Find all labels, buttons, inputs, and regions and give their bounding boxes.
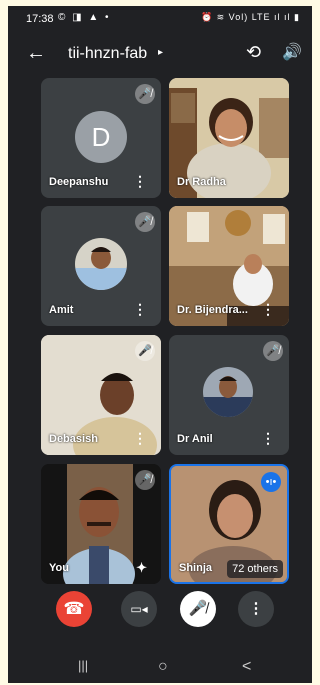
home-button[interactable]: ○ — [158, 658, 168, 676]
participant-tile-deepanshu[interactable]: 🎤̸ D Deepanshu ⋮ — [41, 78, 161, 198]
status-time: 17:38 — [26, 13, 54, 25]
mic-off-icon: 🎤̸ — [135, 341, 155, 361]
switch-camera-icon[interactable]: ⟲ — [246, 42, 261, 63]
system-nav-bar: ||| ○ < — [8, 652, 312, 683]
mic-off-icon: 🎤̸ — [263, 341, 283, 361]
meeting-code-title[interactable]: tii-hnzn-fab — [68, 45, 147, 63]
participant-tile-amit[interactable]: 🎤̸ Amit ⋮ — [41, 206, 161, 326]
effects-icon[interactable]: ✦ — [136, 560, 147, 576]
participant-name: Deepanshu — [49, 176, 109, 188]
participant-name: You — [49, 562, 69, 574]
system-status-icons: ⏰ ≋ Vol) LTE ıl ıl ▮ — [200, 12, 300, 22]
others-count-badge[interactable]: 72 others — [227, 560, 283, 578]
participant-name: Dr. Bijendra... — [177, 304, 248, 316]
participant-name: Dr Radha — [177, 176, 226, 188]
more-options-icon[interactable]: ⋮ — [133, 173, 147, 190]
back-arrow-icon[interactable]: ← — [26, 42, 46, 65]
speaking-indicator-icon: •ı• — [261, 472, 281, 492]
participant-tile-debasish[interactable]: 🎤̸ Debasish ⋮ — [41, 335, 161, 455]
avatar — [203, 367, 253, 417]
mic-off-icon: 🎤̸ — [135, 212, 155, 232]
notification-icons: © ◨ ▲ • — [58, 12, 111, 23]
more-options-icon[interactable]: ⋮ — [261, 430, 275, 447]
participant-name: Dr Anil — [177, 433, 213, 445]
more-options-button[interactable]: ⋮ — [238, 591, 274, 627]
end-call-button[interactable]: ☎ — [56, 591, 92, 627]
more-options-icon[interactable]: ⋮ — [261, 301, 275, 318]
participant-name: Amit — [49, 304, 74, 316]
participant-name: Shinja — [179, 562, 213, 574]
participant-tile-you[interactable]: 🎤̸ You ✦ — [41, 464, 161, 584]
participant-tile-shinja[interactable]: •ı• Shinja 72 others — [169, 464, 289, 584]
mic-toggle-button[interactable]: 🎤̸ — [180, 591, 216, 627]
avatar — [75, 238, 127, 290]
recent-apps-button[interactable]: ||| — [78, 658, 88, 673]
mic-off-icon: 🎤̸ — [135, 470, 155, 490]
call-controls: ☎ ▭◂ 🎤̸ ⋮ — [8, 591, 312, 641]
participant-tile-dr-anil[interactable]: 🎤̸ Dr Anil ⋮ — [169, 335, 289, 455]
participant-name: Debasish — [49, 433, 98, 445]
meet-screen: 17:38 © ◨ ▲ • ⏰ ≋ Vol) LTE ıl ıl ▮ ← tii… — [8, 6, 312, 683]
meeting-header: ← tii-hnzn-fab ▸ ⟲ 🔊 — [8, 36, 312, 76]
participant-tile-dr-radha[interactable]: Dr Radha — [169, 78, 289, 198]
more-options-icon[interactable]: ⋮ — [133, 430, 147, 447]
status-bar: 17:38 © ◨ ▲ • ⏰ ≋ Vol) LTE ıl ıl ▮ — [8, 6, 312, 30]
mic-off-icon: 🎤̸ — [135, 84, 155, 104]
nav-back-button[interactable]: < — [242, 658, 251, 676]
speaker-icon[interactable]: 🔊 — [282, 42, 302, 62]
more-options-icon[interactable]: ⋮ — [133, 301, 147, 318]
camera-toggle-button[interactable]: ▭◂ — [121, 591, 157, 627]
avatar: D — [75, 111, 127, 163]
chevron-right-icon[interactable]: ▸ — [158, 47, 163, 58]
participant-tile-dr-bijendra[interactable]: Dr. Bijendra... ⋮ — [169, 206, 289, 326]
